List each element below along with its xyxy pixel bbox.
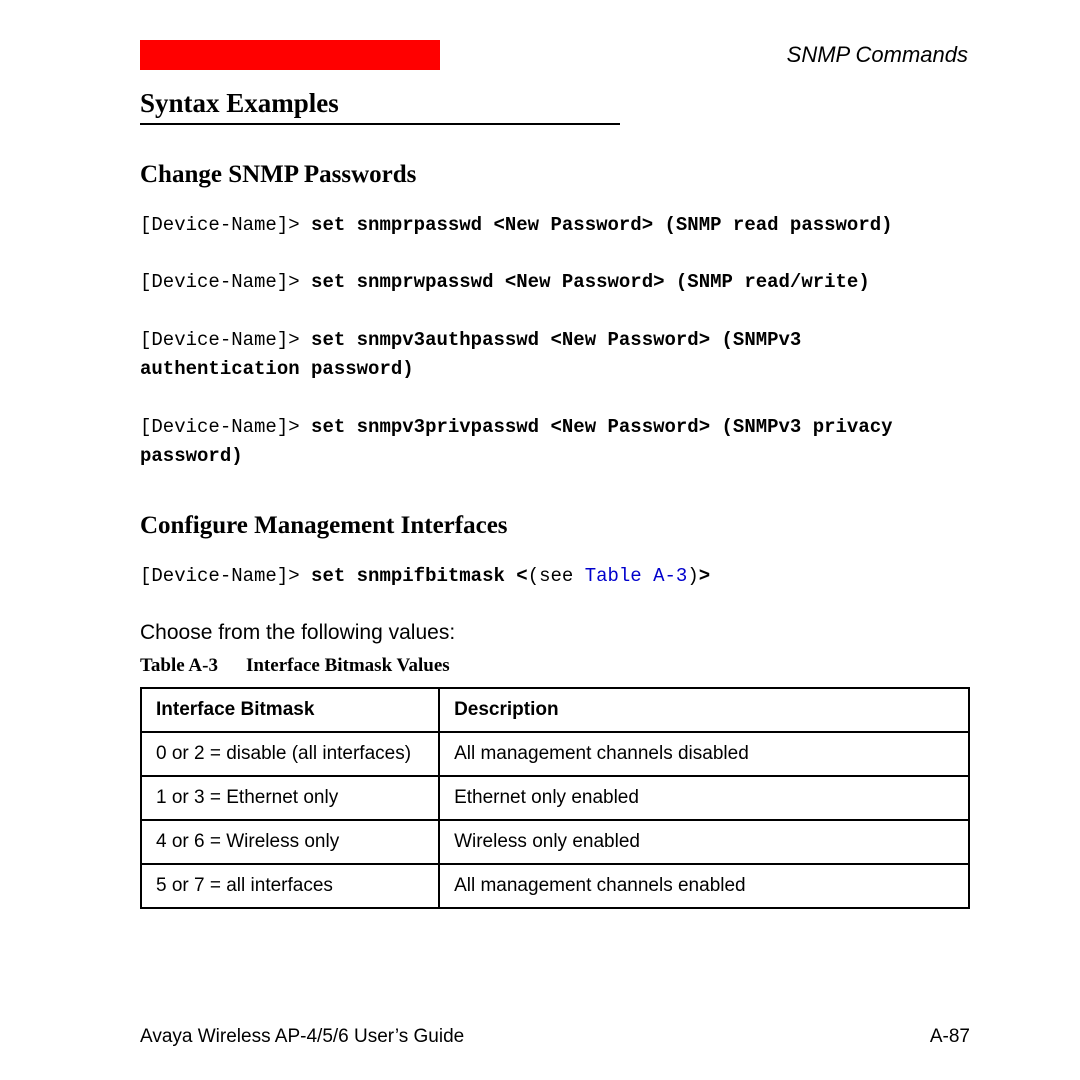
table-caption: Table A-3 Interface Bitmask Values [140,655,970,677]
table-cell: Ethernet only enabled [439,776,969,820]
section-change-passwords-title: Change SNMP Passwords [140,161,970,189]
header-section-label: SNMP Commands [440,42,970,68]
cmd-prompt: [Device-Name]> [140,214,300,236]
table-cell: All management channels enabled [439,864,969,908]
table-cell: 4 or 6 = Wireless only [141,820,439,864]
cmd-text-pre: set snmpifbitmask < [311,565,528,587]
page-header: SNMP Commands [140,40,970,70]
cmd-snmpv3authpasswd: [Device-Name]> set snmpv3authpasswd <New… [140,326,970,385]
page-footer: Avaya Wireless AP-4/5/6 User’s Guide A-8… [140,1026,970,1048]
table-row: 1 or 3 = Ethernet only Ethernet only ena… [141,776,969,820]
footer-page-number: A-87 [930,1026,970,1048]
cmd-after: ) [687,565,698,587]
table-row: 4 or 6 = Wireless only Wireless only ena… [141,820,969,864]
footer-guide-title: Avaya Wireless AP-4/5/6 User’s Guide [140,1026,464,1048]
cmd-text: set snmprwpasswd <New Password> (SNMP re… [311,271,870,293]
table-cell: 5 or 7 = all interfaces [141,864,439,908]
table-cell: 0 or 2 = disable (all interfaces) [141,732,439,776]
table-row: 0 or 2 = disable (all interfaces) All ma… [141,732,969,776]
header-red-bar [140,40,440,70]
table-row: 5 or 7 = all interfaces All management c… [141,864,969,908]
table-header-row: Interface Bitmask Description [141,688,969,732]
table-title: Interface Bitmask Values [246,655,450,676]
cmd-text: set snmprpasswd <New Password> (SNMP rea… [311,214,893,236]
cmd-snmpv3privpasswd: [Device-Name]> set snmpv3privpasswd <New… [140,413,970,472]
cmd-snmprpasswd: [Device-Name]> set snmprpasswd <New Pass… [140,211,970,240]
table-cell: Wireless only enabled [439,820,969,864]
table-crossref-link[interactable]: Table A-3 [585,565,688,587]
cmd-prompt: [Device-Name]> [140,329,300,351]
table-cell: 1 or 3 = Ethernet only [141,776,439,820]
section-configure-interfaces-title: Configure Management Interfaces [140,512,970,540]
table-cell: All management channels disabled [439,732,969,776]
cmd-snmpifbitmask: [Device-Name]> set snmpifbitmask <(see T… [140,562,970,591]
table-label: Table A-3 [140,655,218,676]
cmd-see: (see [528,565,585,587]
cmd-prompt: [Device-Name]> [140,271,300,293]
cmd-snmprwpasswd: [Device-Name]> set snmprwpasswd <New Pas… [140,268,970,297]
table-header: Interface Bitmask [141,688,439,732]
cmd-prompt: [Device-Name]> [140,565,300,587]
choose-values-text: Choose from the following values: [140,621,970,645]
cmd-text-post: > [699,565,710,587]
page-title: Syntax Examples [140,88,970,119]
title-rule [140,123,620,125]
interface-bitmask-table: Interface Bitmask Description 0 or 2 = d… [140,687,970,909]
cmd-prompt: [Device-Name]> [140,416,300,438]
table-header: Description [439,688,969,732]
